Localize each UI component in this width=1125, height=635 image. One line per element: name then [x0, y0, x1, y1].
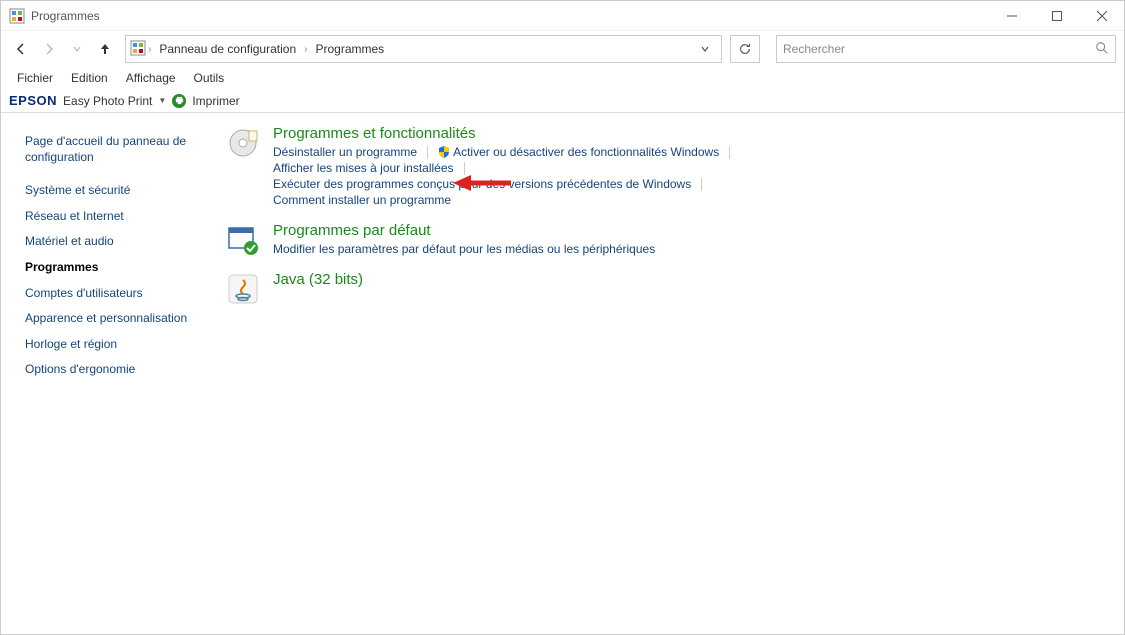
- sidebar-item-network[interactable]: Réseau et Internet: [25, 204, 203, 230]
- category-java: Java (32 bits): [227, 271, 1108, 305]
- window-controls: [989, 1, 1124, 31]
- sidebar-home[interactable]: Page d'accueil du panneau de configurati…: [25, 129, 203, 170]
- titlebar: Programmes: [1, 1, 1124, 31]
- menu-tools[interactable]: Outils: [186, 69, 233, 87]
- address-icon: [130, 40, 146, 59]
- category-title-java[interactable]: Java (32 bits): [273, 271, 1108, 288]
- epson-easy-photo[interactable]: Easy Photo Print: [63, 94, 152, 108]
- programs-features-icon: [227, 127, 259, 159]
- menu-view[interactable]: Affichage: [118, 69, 184, 87]
- menu-file[interactable]: Fichier: [9, 69, 61, 87]
- link-modify-defaults[interactable]: Modifier les paramètres par défaut pour …: [273, 241, 655, 257]
- address-bar[interactable]: › Panneau de configuration › Programmes: [125, 35, 722, 63]
- menu-edit[interactable]: Edition: [63, 69, 116, 87]
- search-box[interactable]: [776, 35, 1116, 63]
- sidebar-item-ease[interactable]: Options d'ergonomie: [25, 357, 203, 383]
- category-title-programs[interactable]: Programmes et fonctionnalités: [273, 125, 1108, 142]
- minimize-button[interactable]: [989, 1, 1034, 31]
- breadcrumb-current[interactable]: Programmes: [309, 42, 390, 56]
- address-dropdown[interactable]: [693, 37, 717, 61]
- sidebar-item-accounts[interactable]: Comptes d'utilisateurs: [25, 281, 203, 307]
- main-panel: Programmes et fonctionnalités Désinstall…: [211, 113, 1124, 634]
- maximize-button[interactable]: [1034, 1, 1079, 31]
- separator: [427, 146, 428, 159]
- link-uninstall[interactable]: Désinstaller un programme: [273, 144, 417, 160]
- separator: [464, 162, 465, 175]
- forward-button[interactable]: [37, 37, 61, 61]
- recent-dropdown[interactable]: [65, 37, 89, 61]
- search-icon[interactable]: [1095, 41, 1109, 58]
- navigation-row: › Panneau de configuration › Programmes: [1, 31, 1124, 67]
- link-how-install[interactable]: Comment installer un programme: [273, 192, 451, 208]
- chevron-right-icon: ›: [302, 44, 309, 55]
- sidebar-item-appearance[interactable]: Apparence et personnalisation: [25, 306, 203, 332]
- link-compat[interactable]: Exécuter des programmes conçus pour des …: [273, 176, 691, 192]
- category-programs-features: Programmes et fonctionnalités Désinstall…: [227, 125, 1108, 208]
- sidebar-item-clock[interactable]: Horloge et région: [25, 332, 203, 358]
- refresh-button[interactable]: [730, 35, 760, 63]
- shield-icon: [438, 146, 450, 158]
- breadcrumb-root[interactable]: Panneau de configuration: [153, 42, 302, 56]
- chevron-down-icon[interactable]: ▼: [158, 96, 166, 105]
- up-button[interactable]: [93, 37, 117, 61]
- back-button[interactable]: [9, 37, 33, 61]
- sidebar-item-system[interactable]: Système et sécurité: [25, 178, 203, 204]
- sidebar: Page d'accueil du panneau de configurati…: [1, 113, 211, 634]
- category-default-programs: Programmes par défaut Modifier les param…: [227, 222, 1108, 257]
- epson-logo: EPSON: [9, 93, 57, 108]
- link-windows-features[interactable]: Activer ou désactiver des fonctionnalité…: [453, 144, 719, 160]
- content-area: Page d'accueil du panneau de configurati…: [1, 113, 1124, 634]
- category-title-default[interactable]: Programmes par défaut: [273, 222, 1108, 239]
- separator: [701, 178, 702, 191]
- search-input[interactable]: [783, 42, 1095, 56]
- separator: [729, 146, 730, 159]
- sidebar-item-hardware[interactable]: Matériel et audio: [25, 229, 203, 255]
- epson-toolbar: EPSON Easy Photo Print ▼ Imprimer: [1, 89, 1124, 113]
- java-icon: [227, 273, 259, 305]
- sidebar-item-programs[interactable]: Programmes: [25, 255, 203, 281]
- chevron-right-icon: ›: [146, 44, 153, 55]
- epson-print[interactable]: Imprimer: [192, 94, 239, 108]
- close-button[interactable]: [1079, 1, 1124, 31]
- default-programs-icon: [227, 224, 259, 256]
- link-view-updates[interactable]: Afficher les mises à jour installées: [273, 160, 454, 176]
- window-title: Programmes: [31, 9, 100, 23]
- print-icon: [172, 94, 186, 108]
- menubar: Fichier Edition Affichage Outils: [1, 67, 1124, 89]
- app-icon: [9, 8, 25, 24]
